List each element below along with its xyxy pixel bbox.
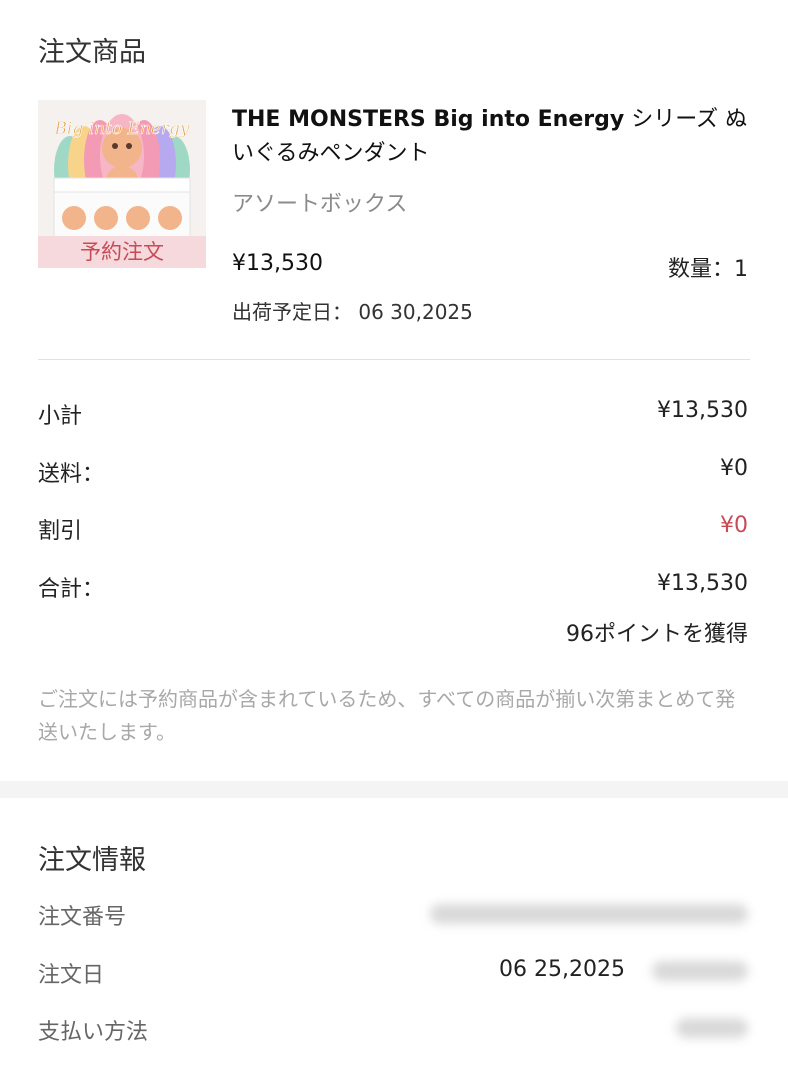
product-name[interactable]: THE MONSTERS Big into Energy シリーズ ぬいぐるみペ… [232,103,752,171]
payment-method-blurred [676,1018,748,1038]
product-price: ¥13,530 [232,251,323,276]
order-info-title: 注文情報 [38,845,146,876]
section-separator [0,781,788,798]
shipping-value: ¥0 [720,456,748,481]
divider [38,359,750,360]
product-image[interactable]: Big into Energy 予約注文 [38,100,206,268]
total-label: 合計： [38,577,105,602]
product-logo-text: Big into Energy [53,119,189,139]
order-time-blurred [652,961,748,981]
order-date-value: 06 25,2025 [499,957,625,982]
order-items-title: 注文商品 [38,37,146,68]
product-name-en: THE MONSTERS Big into Energy [232,107,625,132]
ship-date: 出荷予定日： 06 30,2025 [232,296,473,325]
subtotal-label: 小計 [38,404,83,429]
order-number-label: 注文番号 [38,905,127,930]
product-quantity: 数量：1 [668,257,748,282]
discount-value: ¥0 [720,513,748,538]
total-value: ¥13,530 [657,571,748,596]
preorder-shipping-note: ご注文には予約商品が含まれているため、すべての商品が揃い次第まとめて発送いたしま… [38,687,736,744]
ship-date-label: 出荷予定日： [232,300,352,324]
preorder-badge: 予約注文 [38,236,206,268]
product-variant: アソートボックス [232,192,408,217]
order-date-label: 注文日 [38,963,105,988]
payment-method-label: 支払い方法 [38,1020,149,1045]
discount-label: 割引 [38,519,83,544]
points-earned: 96ポイントを獲得 [566,622,748,647]
subtotal-value: ¥13,530 [657,398,748,423]
ship-date-value: 06 30,2025 [358,300,473,324]
shipping-label: 送料： [38,462,105,487]
order-number-blurred [430,904,748,924]
